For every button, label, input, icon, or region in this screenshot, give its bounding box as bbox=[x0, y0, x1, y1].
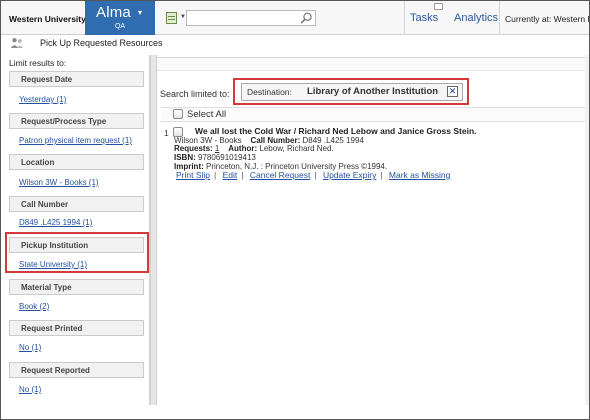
facet-link-request-printed-no[interactable]: No (1) bbox=[19, 343, 41, 352]
facet-link-patron-physical-item-request[interactable]: Patron physical item request (1) bbox=[19, 136, 132, 145]
facet-header-material-type[interactable]: Material Type bbox=[9, 279, 144, 295]
divider bbox=[404, 1, 405, 35]
facet-header-request-date[interactable]: Request Date bbox=[9, 71, 144, 87]
result-index: 1 bbox=[164, 128, 169, 138]
limit-results-label: Limit results to: bbox=[9, 58, 67, 68]
facet-header-call-number[interactable]: Call Number bbox=[9, 196, 144, 212]
isbn-value: 9780691019413 bbox=[198, 153, 256, 162]
facet-link-call-number[interactable]: D849 .L425 1994 (1) bbox=[19, 218, 92, 227]
facet-header-location[interactable]: Location bbox=[9, 154, 144, 170]
search-type-selector[interactable]: ▼ bbox=[164, 11, 186, 26]
grid-icon bbox=[166, 12, 177, 24]
sidebar-splitter[interactable] bbox=[150, 55, 157, 419]
isbn-label: ISBN: bbox=[174, 153, 196, 162]
destination-value: Library of Another Institution bbox=[307, 86, 439, 97]
nav-analytics[interactable]: Analytics bbox=[454, 12, 498, 24]
close-icon[interactable]: ✕ bbox=[447, 86, 458, 97]
author-label: Author: bbox=[228, 144, 258, 153]
update-expiry-link[interactable]: Update Expiry bbox=[323, 170, 376, 180]
divider bbox=[499, 1, 500, 35]
facet-link-yesterday[interactable]: Yesterday (1) bbox=[19, 95, 66, 104]
result-requests-line: Requests: 1 Author: Lebow, Richard Ned. bbox=[174, 144, 334, 153]
facet-header-request-printed[interactable]: Request Printed bbox=[9, 320, 144, 336]
alma-menu-button[interactable]: Alma ▾ QA bbox=[85, 1, 155, 35]
print-slip-link[interactable]: Print Slip bbox=[176, 170, 210, 180]
select-all-checkbox[interactable] bbox=[173, 109, 183, 119]
institution-name: Western University bbox=[9, 14, 86, 24]
nav-tasks[interactable]: Tasks bbox=[410, 12, 438, 24]
facet-header-request-process-type[interactable]: Request/Process Type bbox=[9, 113, 144, 129]
search-input[interactable] bbox=[186, 10, 316, 26]
result-actions: Print Slip | Edit | Cancel Request | Update… bbox=[176, 170, 451, 180]
search-limited-label: Search limited to: bbox=[160, 89, 230, 99]
app-name: Alma bbox=[96, 4, 131, 21]
page-title: Pick Up Requested Resources bbox=[40, 38, 163, 48]
environment-label: QA bbox=[114, 23, 126, 30]
results-toolbar bbox=[157, 57, 589, 71]
search-icon[interactable] bbox=[300, 12, 313, 24]
task-bubble-icon bbox=[434, 3, 443, 10]
author-value: Lebow, Richard Ned. bbox=[259, 144, 334, 153]
requests-count-link[interactable]: 1 bbox=[215, 144, 219, 153]
current-location[interactable]: Currently at: Western L bbox=[505, 14, 589, 24]
cancel-request-link[interactable]: Cancel Request bbox=[250, 170, 310, 180]
bottom-edge bbox=[1, 405, 589, 419]
requests-label: Requests: bbox=[174, 144, 213, 153]
pickup-institution-highlight bbox=[5, 232, 149, 273]
chevron-down-icon: ▾ bbox=[138, 8, 143, 17]
scrollbar[interactable] bbox=[585, 55, 589, 419]
app-window: Western University Alma ▾ QA ▼ Tasks Ana… bbox=[0, 0, 590, 420]
destination-label: Destination: bbox=[247, 87, 292, 97]
facet-header-request-reported[interactable]: Request Reported bbox=[9, 362, 144, 378]
edit-link[interactable]: Edit bbox=[223, 170, 238, 180]
select-all-label: Select All bbox=[187, 109, 227, 120]
result-isbn-line: ISBN: 9780691019413 bbox=[174, 153, 256, 162]
facet-link-request-reported-no[interactable]: No (1) bbox=[19, 385, 41, 394]
mark-as-missing-link[interactable]: Mark as Missing bbox=[389, 170, 450, 180]
result-title[interactable]: We all lost the Cold War / Richard Ned L… bbox=[195, 126, 477, 136]
people-icon bbox=[10, 37, 24, 49]
facet-link-book[interactable]: Book (2) bbox=[19, 302, 49, 311]
facet-link-wilson-3w-books[interactable]: Wilson 3W - Books (1) bbox=[19, 178, 99, 187]
